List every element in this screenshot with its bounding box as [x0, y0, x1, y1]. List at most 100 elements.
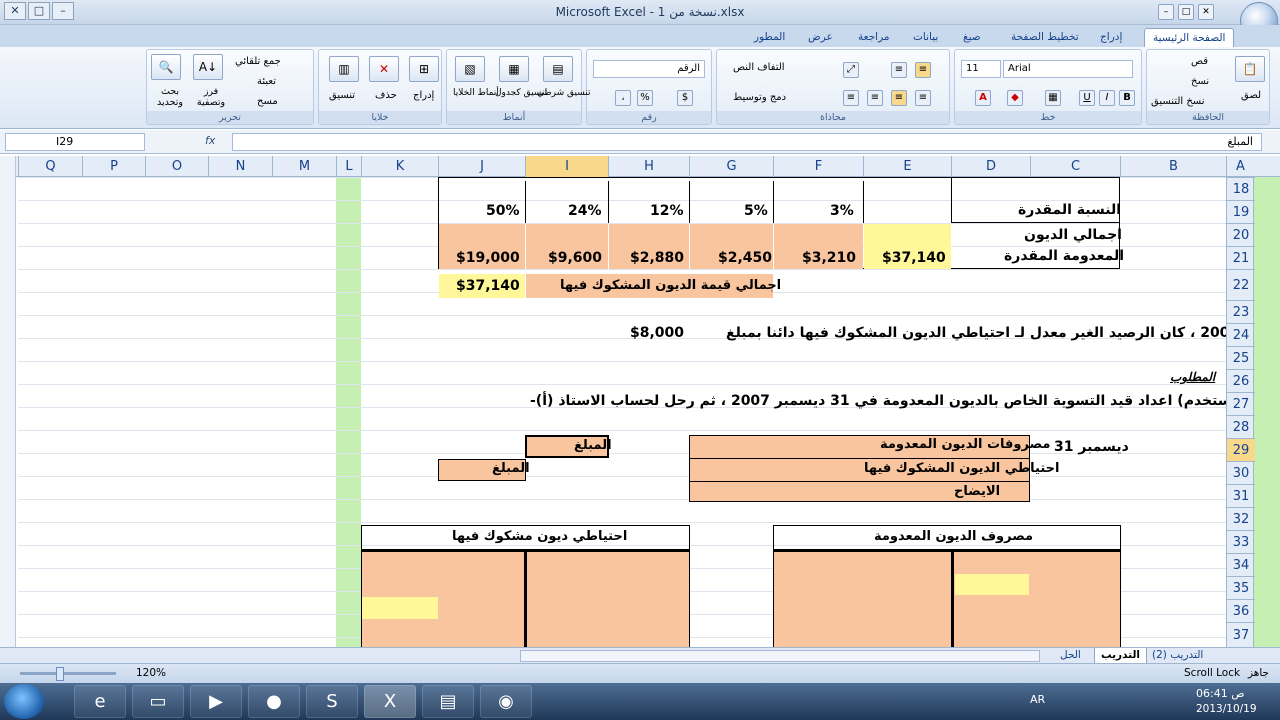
minimize-workbook-button[interactable]: –: [1158, 4, 1174, 20]
font-size-select[interactable]: 11: [961, 60, 1001, 78]
justify-icon[interactable]: ≡: [915, 90, 931, 106]
align-center-icon[interactable]: ≡: [867, 90, 883, 106]
row-header-30[interactable]: 30: [1227, 461, 1255, 484]
skype-icon[interactable]: S: [306, 685, 358, 718]
col-header-l[interactable]: L: [336, 156, 361, 177]
orientation-icon[interactable]: ⤢: [843, 62, 859, 78]
col-header-o[interactable]: O: [145, 156, 208, 177]
row-header-28[interactable]: 28: [1227, 415, 1255, 438]
excel-icon[interactable]: X: [364, 685, 416, 718]
tab-home[interactable]: الصفحة الرئيسية: [1144, 28, 1235, 47]
delete-cells-button[interactable]: حذف: [375, 90, 397, 101]
insert-cells-button[interactable]: إدراج: [413, 90, 434, 101]
tab-page-layout[interactable]: تخطيط الصفحة: [1003, 28, 1087, 47]
currency-icon[interactable]: $: [677, 90, 693, 106]
percent-button[interactable]: %: [637, 90, 653, 106]
format-cells-icon[interactable]: ▥: [329, 56, 359, 82]
ie-icon[interactable]: e: [74, 685, 126, 718]
autosum-button[interactable]: جمع تلقائي: [235, 56, 281, 67]
col-header-a[interactable]: A: [1226, 156, 1254, 177]
sheet-tab-training[interactable]: التدريب: [1094, 648, 1147, 664]
row-header-18[interactable]: 18: [1227, 177, 1255, 200]
italic-button[interactable]: I: [1099, 90, 1115, 106]
row-header-29[interactable]: 29: [1227, 438, 1255, 461]
row-header-37[interactable]: 37: [1227, 622, 1255, 647]
align-bottom-icon[interactable]: ≡: [915, 62, 931, 78]
row-header-26[interactable]: 26: [1227, 369, 1255, 392]
row-header-23[interactable]: 23: [1227, 300, 1255, 323]
row-header-24[interactable]: 24: [1227, 323, 1255, 346]
col-header-d[interactable]: D: [951, 156, 1030, 177]
row-header-25[interactable]: 25: [1227, 346, 1255, 369]
close-workbook-button[interactable]: ✕: [1198, 4, 1214, 20]
sort-filter-icon[interactable]: A↓: [193, 54, 223, 80]
tab-view[interactable]: عرض: [800, 28, 841, 47]
cut-button[interactable]: قص: [1191, 56, 1208, 67]
format-painter-button[interactable]: نسخ التنسيق: [1151, 96, 1204, 107]
row-header-22[interactable]: 22: [1227, 269, 1255, 300]
row-header-19[interactable]: 19: [1227, 200, 1255, 223]
tab-data[interactable]: بيانات: [905, 28, 946, 47]
restore-workbook-button[interactable]: □: [1178, 4, 1194, 20]
underline-button[interactable]: U: [1079, 90, 1095, 106]
col-header-j[interactable]: J: [438, 156, 525, 177]
col-header-p[interactable]: P: [82, 156, 145, 177]
col-header-i[interactable]: I: [525, 156, 608, 177]
row-header-36[interactable]: 36: [1227, 599, 1255, 622]
col-header-e[interactable]: E: [863, 156, 951, 177]
notes-icon[interactable]: ▤: [422, 685, 474, 718]
conditional-format-icon[interactable]: ▤: [543, 56, 573, 82]
align-left-icon[interactable]: ≡: [891, 90, 907, 106]
zoom-level[interactable]: 120%: [136, 667, 166, 679]
font-color-icon[interactable]: A: [975, 90, 991, 106]
font-name-select[interactable]: Arial: [1003, 60, 1133, 78]
tab-formulas[interactable]: صيغ: [955, 28, 989, 47]
row-header-31[interactable]: 31: [1227, 484, 1255, 507]
vertical-scrollbar[interactable]: [0, 156, 16, 647]
find-select-icon[interactable]: 🔍: [151, 54, 181, 80]
delete-cells-icon[interactable]: ✕: [369, 56, 399, 82]
paste-button[interactable]: لصق: [1241, 90, 1261, 101]
maximize-window-button[interactable]: □: [28, 2, 50, 20]
t-account-right-yellow-cell[interactable]: [955, 574, 1029, 595]
clear-button[interactable]: مسح: [257, 96, 278, 107]
tab-developer[interactable]: المطور: [746, 28, 793, 47]
col-header-h[interactable]: H: [608, 156, 689, 177]
sheet-tab-training-2[interactable]: التدريب (2): [1146, 648, 1209, 664]
comma-button[interactable]: ،: [615, 90, 631, 106]
number-format-select[interactable]: الرقم: [593, 60, 705, 78]
format-as-table-icon[interactable]: ▦: [499, 56, 529, 82]
cell-styles-icon[interactable]: ▧: [455, 56, 485, 82]
col-header-g[interactable]: G: [689, 156, 773, 177]
row-header-20[interactable]: 20: [1227, 223, 1255, 246]
recorder-icon[interactable]: ◉: [480, 685, 532, 718]
borders-icon[interactable]: ▦: [1045, 90, 1061, 106]
close-window-button[interactable]: ✕: [4, 2, 26, 20]
sort-filter-button[interactable]: فرز وتصفية: [191, 86, 231, 108]
row-header-27[interactable]: 27: [1227, 392, 1255, 415]
format-as-table-button[interactable]: تنسيق كجدول: [495, 88, 547, 98]
explorer-icon[interactable]: ▭: [132, 685, 184, 718]
name-box[interactable]: I29: [5, 133, 145, 151]
align-middle-icon[interactable]: ≡: [891, 62, 907, 78]
fill-button[interactable]: تعبئة: [257, 76, 276, 87]
col-header-q[interactable]: Q: [18, 156, 82, 177]
row-header-35[interactable]: 35: [1227, 576, 1255, 599]
align-right-icon[interactable]: ≡: [843, 90, 859, 106]
col-header-b[interactable]: B: [1120, 156, 1226, 177]
cell-styles-button[interactable]: أنماط الخلايا: [453, 88, 499, 98]
language-indicator[interactable]: AR: [1030, 693, 1045, 706]
insert-cells-icon[interactable]: ⊞: [409, 56, 439, 82]
t-account-right-body[interactable]: [773, 550, 1121, 647]
start-button[interactable]: [4, 684, 44, 719]
sheet-tab-solution[interactable]: الحل: [1054, 648, 1087, 664]
col-header-m[interactable]: M: [272, 156, 336, 177]
col-header-k[interactable]: K: [361, 156, 438, 177]
row-header-21[interactable]: 21: [1227, 246, 1255, 269]
col-header-n[interactable]: N: [208, 156, 272, 177]
col-header-f[interactable]: F: [773, 156, 863, 177]
row-header-34[interactable]: 34: [1227, 553, 1255, 576]
t-account-left-yellow-cell[interactable]: [362, 597, 438, 619]
row-header-32[interactable]: 32: [1227, 507, 1255, 530]
tab-review[interactable]: مراجعة: [850, 28, 898, 47]
